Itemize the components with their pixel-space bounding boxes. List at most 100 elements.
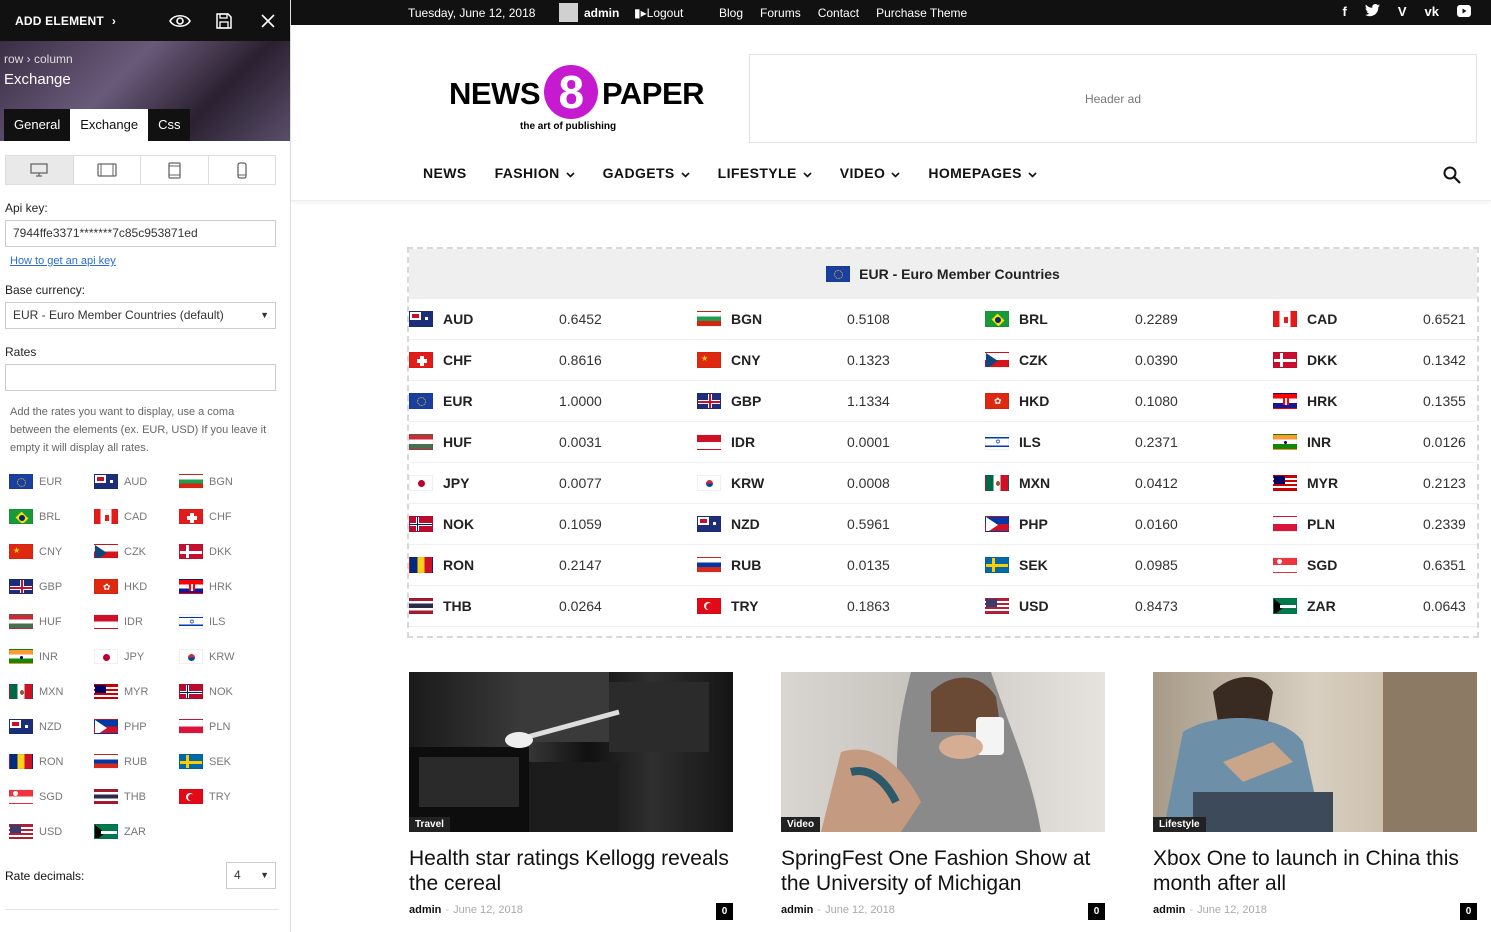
currency-option[interactable]: NOK	[179, 681, 264, 702]
currency-option[interactable]: GBP	[9, 576, 94, 597]
currency-option[interactable]: USD	[9, 821, 94, 842]
article-thumbnail[interactable]: Travel	[409, 672, 733, 832]
currency-option[interactable]: ✡ ILS	[179, 611, 264, 632]
currency-option[interactable]: AUD	[94, 471, 179, 492]
currency-option[interactable]: INR	[9, 646, 94, 667]
base-currency-select[interactable]: EUR - Euro Member Countries (default) ▼	[5, 302, 276, 329]
phone-device-button[interactable]	[209, 156, 276, 184]
youtube-icon[interactable]	[1457, 4, 1471, 21]
nav-item-gadgets[interactable]: GADGETS	[603, 165, 690, 181]
currency-option[interactable]: TRY	[179, 786, 264, 807]
currency-option[interactable]: RON	[9, 751, 94, 772]
currency-option[interactable]: CAD	[94, 506, 179, 527]
tab-exchange[interactable]: Exchange	[70, 109, 149, 141]
currency-option[interactable]: DKK	[179, 541, 264, 562]
top-menu-purchase-theme[interactable]: Purchase Theme	[876, 6, 967, 20]
top-menu-forums[interactable]: Forums	[760, 6, 801, 20]
desktop-device-button[interactable]	[6, 156, 74, 184]
twitter-icon[interactable]	[1364, 4, 1380, 21]
top-menu-contact[interactable]: Contact	[818, 6, 859, 20]
article-category[interactable]: Travel	[409, 817, 450, 832]
close-icon[interactable]	[246, 0, 290, 41]
currency-option[interactable]: THB	[94, 786, 179, 807]
article-category[interactable]: Video	[781, 817, 821, 832]
currency-option[interactable]: IDR	[94, 611, 179, 632]
currency-option[interactable]: CHF	[179, 506, 264, 527]
site-logo[interactable]: NEWS 8 PAPER the art of publishing	[449, 65, 709, 133]
article-card[interactable]: Video SpringFest One Fashion Show at the…	[781, 672, 1105, 920]
api-key-input[interactable]: 7944ffe3371*******7c85c953871ed	[5, 220, 276, 247]
currency-option-label: AUD	[124, 475, 148, 488]
idr-flag-icon	[94, 614, 118, 629]
currency-option[interactable]: RUB	[94, 751, 179, 772]
header-ad[interactable]: Header ad	[749, 54, 1477, 143]
comment-count[interactable]: 0	[1460, 903, 1477, 920]
article-card[interactable]: Travel Health star ratings Kellogg revea…	[409, 672, 733, 920]
currency-option[interactable]: CZK	[94, 541, 179, 562]
save-icon[interactable]	[202, 0, 246, 41]
huf-flag-icon	[9, 614, 33, 629]
currency-option[interactable]: SEK	[179, 751, 264, 772]
desktop-icon	[30, 163, 48, 177]
add-element-button[interactable]: ADD ELEMENT ›	[15, 14, 158, 28]
huf-flag-icon	[409, 434, 433, 450]
nav-item-video[interactable]: VIDEO	[840, 165, 901, 181]
currency-option[interactable]: HUF	[9, 611, 94, 632]
api-key-help-link[interactable]: How to get an api key	[10, 255, 290, 267]
tab-css[interactable]: Css	[148, 109, 191, 141]
article-author[interactable]: admin	[409, 904, 441, 916]
rate-item: NZD 0.5961	[697, 504, 985, 545]
nav-item-fashion[interactable]: FASHION	[495, 165, 575, 181]
currency-option[interactable]: ✿ HKD	[94, 576, 179, 597]
article-title[interactable]: Xbox One to launch in China this month a…	[1153, 846, 1477, 896]
rate-value: 1.0000	[559, 393, 602, 409]
currency-option[interactable]: MYR	[94, 681, 179, 702]
vimeo-icon[interactable]: V	[1398, 4, 1407, 21]
currency-option[interactable]: PLN	[179, 716, 264, 737]
currency-option[interactable]: EUR	[9, 471, 94, 492]
rate-value: 0.1080	[1135, 393, 1178, 409]
article-title[interactable]: SpringFest One Fashion Show at the Unive…	[781, 846, 1105, 896]
tablet-portrait-device-button[interactable]	[141, 156, 209, 184]
currency-option[interactable]: ZAR	[94, 821, 179, 842]
rate-code: ILS	[1019, 434, 1041, 450]
comment-count[interactable]: 0	[1088, 903, 1105, 920]
vk-icon[interactable]: vk	[1425, 4, 1439, 21]
currency-option[interactable]: KRW	[179, 646, 264, 667]
comment-count[interactable]: 0	[716, 903, 733, 920]
tab-general[interactable]: General	[4, 109, 71, 141]
preview-eye-icon[interactable]	[158, 0, 202, 41]
article-author[interactable]: admin	[781, 904, 813, 916]
top-user-link[interactable]: admin	[559, 3, 619, 22]
currency-option[interactable]: SGD	[9, 786, 94, 807]
article-card[interactable]: Lifestyle Xbox One to launch in China th…	[1153, 672, 1477, 920]
search-icon[interactable]	[1443, 166, 1461, 189]
currency-option[interactable]: MXN	[9, 681, 94, 702]
currency-option[interactable]: JPY	[94, 646, 179, 667]
rate-decimals-select[interactable]: 4 ▼	[226, 862, 276, 889]
article-title[interactable]: Health star ratings Kellogg reveals the …	[409, 846, 733, 896]
nav-item-news[interactable]: NEWS	[423, 165, 467, 181]
currency-option[interactable]: PHP	[94, 716, 179, 737]
rates-input[interactable]	[5, 364, 276, 391]
currency-option[interactable]: HRK	[179, 576, 264, 597]
article-thumbnail[interactable]: Video	[781, 672, 1105, 832]
currency-option[interactable]: NZD	[9, 716, 94, 737]
currency-flag-grid: EUR AUD BGN BRL CAD CHF ★ CNY CZK DKK GBP ✿ HKD HRK HU…	[9, 471, 290, 842]
article-category[interactable]: Lifestyle	[1153, 817, 1206, 832]
breadcrumb[interactable]: row › column	[4, 52, 73, 66]
currency-option[interactable]: BGN	[179, 471, 264, 492]
tablet-landscape-device-button[interactable]	[74, 156, 141, 184]
facebook-icon[interactable]: f	[1343, 4, 1347, 21]
currency-option[interactable]: ★ CNY	[9, 541, 94, 562]
eur-flag-icon	[9, 474, 33, 489]
top-menu-blog[interactable]: Blog	[719, 6, 743, 20]
article-author[interactable]: admin	[1153, 904, 1185, 916]
nav-item-lifestyle[interactable]: LIFESTYLE	[718, 165, 812, 181]
sek-flag-icon	[179, 754, 203, 769]
logout-link[interactable]: ▮▸Logout	[634, 6, 683, 20]
nav-item-homepages[interactable]: HOMEPAGES	[928, 165, 1037, 181]
currency-option[interactable]: BRL	[9, 506, 94, 527]
article-thumbnail[interactable]: Lifestyle	[1153, 672, 1477, 832]
exchange-widget[interactable]: EUR - Euro Member Countries AUD 0.6452 BGN…	[407, 247, 1479, 638]
